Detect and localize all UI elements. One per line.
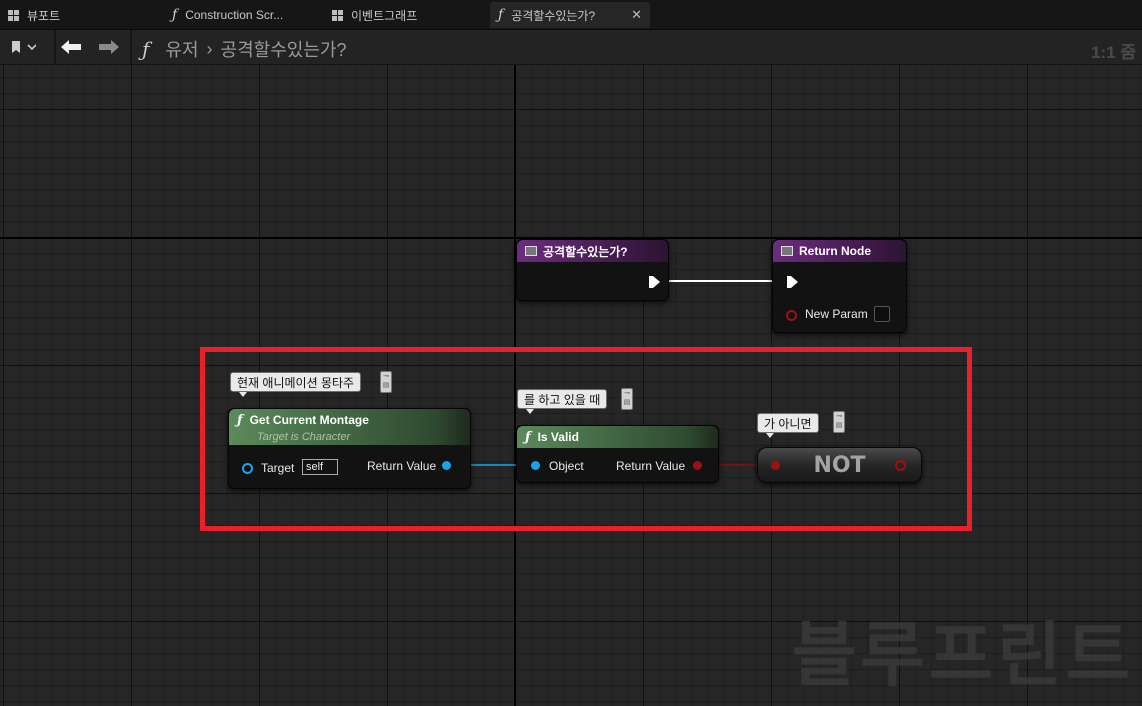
new-param-checkbox[interactable] <box>874 306 890 322</box>
arrow-right-icon <box>99 40 119 54</box>
breadcrumb: ƒ 유저 › 공격할수있는가? <box>142 36 346 62</box>
tab-viewport[interactable]: 뷰포트 <box>8 2 128 28</box>
is-valid-node[interactable]: ƒ Is Valid Object Return Value <box>516 425 719 483</box>
tab-bar: 뷰포트 ƒ Construction Scr... 이벤트그래프 ƒ 공격할수있… <box>0 0 1142 30</box>
event-icon <box>525 246 537 256</box>
node-title: Get Current Montage <box>249 413 369 427</box>
node-title: Is Valid <box>537 430 579 444</box>
exec-out-pin[interactable] <box>649 276 660 288</box>
breadcrumb-item-function[interactable]: 공격할수있는가? <box>221 36 347 62</box>
close-tab-icon[interactable]: ✕ <box>631 7 642 23</box>
comment-pin-icon[interactable]: ⊸ ▤ <box>833 411 845 433</box>
function-icon: ƒ <box>172 7 178 23</box>
tab-label: 공격할수있는가? <box>511 8 596 23</box>
tab-label: Construction Scr... <box>185 8 284 22</box>
new-param-pin[interactable] <box>786 310 797 321</box>
node-header: 공격할수있는가? <box>517 240 668 262</box>
object-pin[interactable] <box>531 461 540 470</box>
comment-text: 가 아니면 <box>764 416 812 431</box>
target-pin[interactable] <box>242 463 253 474</box>
function-icon: ƒ <box>142 37 150 61</box>
return-node[interactable]: Return Node New Param <box>772 239 907 333</box>
not-boolean-node[interactable]: NOT <box>757 447 922 483</box>
comment-bubble[interactable]: 를 하고 있을 때 <box>517 389 608 414</box>
breadcrumb-item-owner[interactable]: 유저 <box>165 36 198 62</box>
node-header: Return Node <box>773 240 906 262</box>
node-title: Return Node <box>799 244 871 258</box>
tab-can-attack[interactable]: ƒ 공격할수있는가? ✕ <box>490 2 650 28</box>
graph-canvas[interactable]: 공격할수있는가? Return Node New Param 현재 애니메이션 … <box>0 65 1142 706</box>
new-param-label: New Param <box>805 307 868 321</box>
tab-label: 뷰포트 <box>27 8 61 23</box>
function-icon: ƒ <box>498 7 504 23</box>
function-icon: ƒ <box>237 413 243 428</box>
node-subtitle: Target is Character <box>257 431 351 443</box>
tab-construction-script[interactable]: ƒ Construction Scr... <box>172 2 312 28</box>
comment-pin-icon[interactable]: ⊸ ▤ <box>621 388 633 410</box>
exec-in-pin[interactable] <box>787 276 798 288</box>
comment-bubble[interactable]: 가 아니면 <box>757 413 819 438</box>
toolbar-divider <box>130 30 132 64</box>
event-icon <box>781 246 793 256</box>
forward-button[interactable] <box>98 30 120 64</box>
return-value-pin[interactable] <box>693 461 702 470</box>
object-label: Object <box>549 459 584 473</box>
node-header: ƒ Is Valid <box>517 426 718 448</box>
bool-out-pin[interactable] <box>895 460 906 471</box>
breadcrumb-separator: › <box>206 38 213 59</box>
back-button[interactable] <box>60 30 82 64</box>
graph-toolbar: ƒ 유저 › 공격할수있는가? <box>0 30 1142 65</box>
return-value-label: Return Value <box>367 459 437 473</box>
function-icon: ƒ <box>525 429 531 445</box>
comment-bubble[interactable]: 현재 애니메이션 몽타주 <box>230 372 362 397</box>
zoom-level: 1:1 줌 <box>1091 43 1136 62</box>
target-self-field[interactable]: self <box>302 459 338 475</box>
bookmark-dropdown-button[interactable] <box>10 30 36 64</box>
blueprint-watermark: 블루프린트 <box>792 614 1134 696</box>
tab-label: 이벤트그래프 <box>351 8 418 23</box>
get-current-montage-node[interactable]: ƒ Get Current Montage Target is Characte… <box>228 408 471 489</box>
node-title: 공격할수있는가? <box>543 244 628 259</box>
comment-text: 를 하고 있을 때 <box>524 392 601 407</box>
return-value-pin[interactable] <box>442 461 451 470</box>
bookmark-icon <box>12 41 36 53</box>
arrow-left-icon <box>61 40 81 54</box>
comment-text: 현재 애니메이션 몽타주 <box>237 375 355 390</box>
toolbar-divider <box>54 30 56 64</box>
comment-pin-icon[interactable]: ⊸ ▤ <box>380 371 392 393</box>
function-entry-node[interactable]: 공격할수있는가? <box>516 239 669 301</box>
viewport-grid-icon <box>8 9 19 21</box>
event-graph-icon <box>332 9 343 21</box>
tab-event-graph[interactable]: 이벤트그래프 <box>332 2 462 28</box>
target-label: Target <box>261 461 295 475</box>
return-value-label: Return Value <box>616 459 686 473</box>
